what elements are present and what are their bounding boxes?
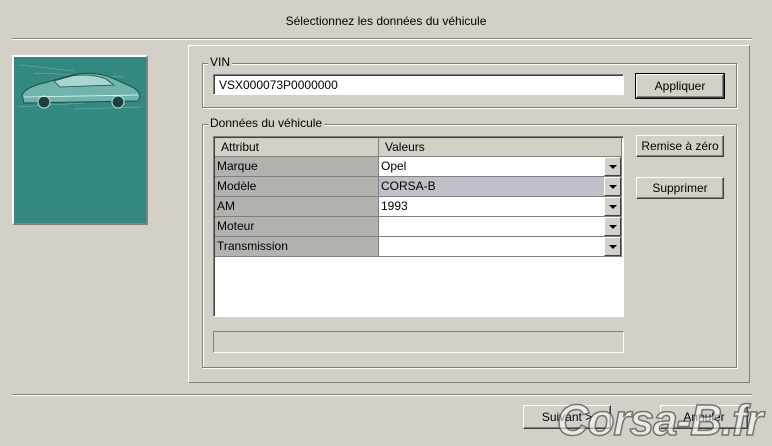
chevron-down-icon[interactable]	[604, 157, 621, 176]
apply-button[interactable]: Appliquer	[635, 73, 725, 99]
next-button[interactable]: Suivant >	[523, 405, 611, 429]
attribute-cell: Transmission	[215, 237, 379, 257]
value-text: 1993	[381, 199, 408, 213]
column-header-values[interactable]: Valeurs	[379, 138, 622, 157]
status-field	[213, 331, 624, 353]
chevron-down-icon[interactable]	[604, 197, 621, 216]
column-header-attribute[interactable]: Attribut	[215, 138, 379, 157]
vehicle-data-grid: Attribut Valeurs Marque Opel Modèle CORS…	[213, 136, 624, 317]
vehicle-data-group-label: Données du véhicule	[208, 116, 325, 130]
vin-input-value: VSX000073P0000000	[219, 78, 338, 92]
attribute-cell: Modèle	[215, 177, 379, 197]
dialog-title: Sélectionnez les données du véhicule	[285, 14, 487, 28]
vehicle-image	[12, 55, 148, 225]
value-dropdown[interactable]	[379, 237, 622, 257]
value-dropdown[interactable]: 1993	[379, 197, 622, 217]
attribute-cell: Marque	[215, 157, 379, 177]
attribute-cell: AM	[215, 197, 379, 217]
chevron-down-icon[interactable]	[604, 177, 621, 196]
vin-input[interactable]: VSX000073P0000000	[213, 74, 624, 95]
vin-group-label: VIN	[208, 55, 233, 69]
value-dropdown[interactable]: Opel	[379, 157, 622, 177]
value-text: Opel	[381, 159, 407, 173]
attribute-cell: Moteur	[215, 217, 379, 237]
title-divider	[12, 38, 752, 40]
car-icon	[14, 57, 146, 223]
value-text: CORSA-B	[381, 179, 436, 193]
chevron-down-icon[interactable]	[604, 217, 621, 236]
delete-button[interactable]: Supprimer	[636, 177, 724, 199]
value-dropdown[interactable]: CORSA-B	[379, 177, 622, 197]
chevron-down-icon[interactable]	[604, 237, 621, 256]
reset-button[interactable]: Remise à zéro	[636, 135, 724, 157]
cancel-button[interactable]: Annuler	[660, 405, 748, 429]
footer-divider	[12, 394, 752, 396]
value-dropdown[interactable]	[379, 217, 622, 237]
